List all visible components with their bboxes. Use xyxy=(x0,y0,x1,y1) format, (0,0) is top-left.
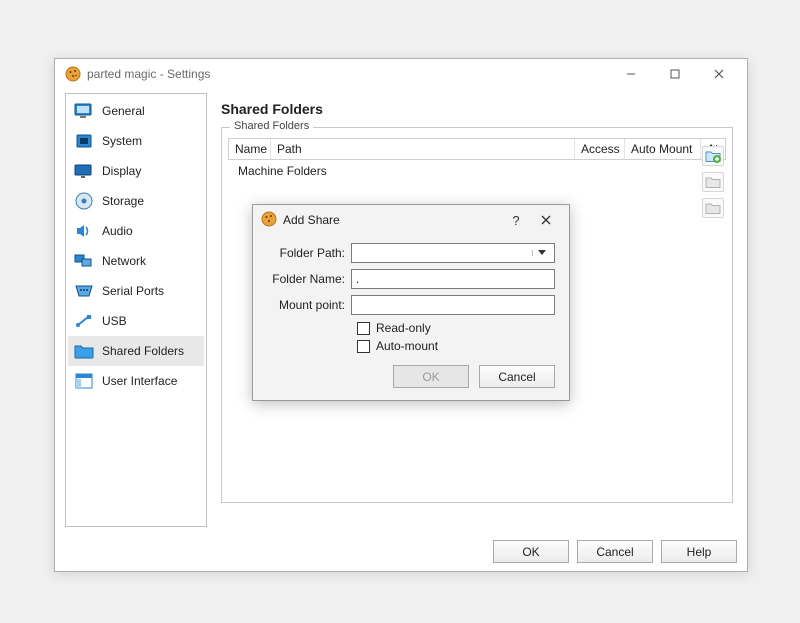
remove-share-button[interactable] xyxy=(702,198,724,218)
sidebar-item-label: System xyxy=(102,134,142,148)
speaker-icon xyxy=(74,222,94,240)
automount-checkbox[interactable]: Auto-mount xyxy=(357,339,555,353)
dialog-body: Folder Path: Folder Name: . Mount point:… xyxy=(253,235,569,400)
table-body: Machine Folders xyxy=(228,160,726,178)
folder-name-input[interactable]: . xyxy=(351,269,555,289)
side-buttons xyxy=(702,146,724,218)
readonly-label: Read-only xyxy=(376,321,431,335)
dialog-footer: OK Cancel xyxy=(267,357,555,388)
sidebar-item-general[interactable]: General xyxy=(68,96,204,126)
sidebar-item-label: USB xyxy=(102,314,127,328)
app-icon xyxy=(261,211,277,230)
app-icon xyxy=(65,66,81,82)
chip-icon xyxy=(74,132,94,150)
sidebar-item-serial[interactable]: Serial Ports xyxy=(68,276,204,306)
mount-point-input[interactable] xyxy=(351,295,555,315)
col-name[interactable]: Name xyxy=(229,139,271,159)
add-share-dialog: Add Share ? Folder Path: Folder Name: . … xyxy=(252,204,570,401)
sidebar-item-label: User Interface xyxy=(102,374,177,388)
dialog-close-button[interactable] xyxy=(531,206,561,234)
dialog-cancel-button[interactable]: Cancel xyxy=(479,365,555,388)
sidebar-item-audio[interactable]: Audio xyxy=(68,216,204,246)
serial-port-icon xyxy=(74,282,94,300)
sidebar-item-display[interactable]: Display xyxy=(68,156,204,186)
table-header: Name Path Access Auto Mount At xyxy=(228,138,726,160)
automount-label: Auto-mount xyxy=(376,339,438,353)
checkbox-icon xyxy=(357,322,370,335)
group-label: Shared Folders xyxy=(230,120,313,132)
sidebar-item-label: Network xyxy=(102,254,146,268)
usb-icon xyxy=(74,312,94,330)
sidebar-item-label: Storage xyxy=(102,194,144,208)
sidebar-item-usb[interactable]: USB xyxy=(68,306,204,336)
sidebar-item-label: Display xyxy=(102,164,141,178)
col-automount[interactable]: Auto Mount xyxy=(625,139,701,159)
add-share-button[interactable] xyxy=(702,146,724,166)
sidebar-item-network[interactable]: Network xyxy=(68,246,204,276)
folder-path-combo[interactable] xyxy=(351,243,555,263)
layout-icon xyxy=(74,372,94,390)
sidebar-item-ui[interactable]: User Interface xyxy=(68,366,204,396)
sidebar-item-storage[interactable]: Storage xyxy=(68,186,204,216)
col-path[interactable]: Path xyxy=(271,139,575,159)
folder-name-label: Folder Name: xyxy=(267,272,351,286)
sidebar-item-label: General xyxy=(102,104,145,118)
dialog-titlebar: Add Share ? xyxy=(253,205,569,235)
ok-button[interactable]: OK xyxy=(493,540,569,563)
page-title: Shared Folders xyxy=(221,101,733,117)
readonly-checkbox[interactable]: Read-only xyxy=(357,321,555,335)
dialog-help-button[interactable]: ? xyxy=(501,206,531,234)
footer-buttons: OK Cancel Help xyxy=(55,540,737,563)
dialog-ok-button[interactable]: OK xyxy=(393,365,469,388)
folders-table: Name Path Access Auto Mount At Machine F… xyxy=(228,138,726,178)
sidebar-item-shared-folders[interactable]: Shared Folders xyxy=(68,336,204,366)
help-button[interactable]: Help xyxy=(661,540,737,563)
folder-icon xyxy=(74,342,94,360)
maximize-button[interactable] xyxy=(653,60,697,88)
sidebar-item-label: Serial Ports xyxy=(102,284,164,298)
row-group-machine[interactable]: Machine Folders xyxy=(238,164,726,178)
mount-point-label: Mount point: xyxy=(267,298,351,312)
sidebar-item-label: Shared Folders xyxy=(102,344,184,358)
sidebar: General System Display Storage Audio Net… xyxy=(65,93,207,527)
chevron-down-icon xyxy=(532,250,550,256)
sidebar-item-label: Audio xyxy=(102,224,133,238)
cancel-button[interactable]: Cancel xyxy=(577,540,653,563)
checkbox-icon xyxy=(357,340,370,353)
monitor-icon xyxy=(74,102,94,120)
window-title: parted magic - Settings xyxy=(87,67,609,81)
sidebar-item-system[interactable]: System xyxy=(68,126,204,156)
edit-share-button[interactable] xyxy=(702,172,724,192)
minimize-button[interactable] xyxy=(609,60,653,88)
col-access[interactable]: Access xyxy=(575,139,625,159)
folder-path-label: Folder Path: xyxy=(267,246,351,260)
network-icon xyxy=(74,252,94,270)
disk-icon xyxy=(74,192,94,210)
dialog-title: Add Share xyxy=(283,213,501,227)
titlebar: parted magic - Settings xyxy=(55,59,747,89)
display-icon xyxy=(74,162,94,180)
close-button[interactable] xyxy=(697,60,741,88)
